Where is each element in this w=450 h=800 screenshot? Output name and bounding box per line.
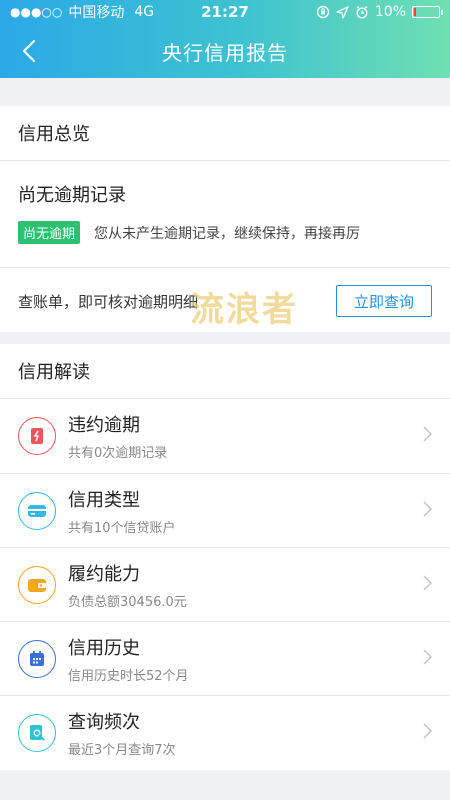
item-text: 违约逾期 共有0次逾期记录 (68, 411, 167, 461)
wallet-icon (18, 565, 56, 604)
back-chevron-icon (22, 39, 36, 63)
overview-section-title: 信用总览 (18, 124, 90, 145)
credit-interpretation-card: 信用解读 违约逾期 共有0次逾期记录 信用类型 共有10个信贷账户 履约能力 负… (0, 344, 450, 770)
item-subtitle: 最近3个月查询7次 (68, 742, 176, 758)
query-bill-row: 查账单，即可核对逾期明细 流浪者 立即查询 (0, 268, 450, 334)
chevron-right-icon (423, 723, 432, 739)
network-label: 4G (134, 4, 155, 20)
carrier-label: 中国移动 (68, 5, 125, 21)
alarm-clock-icon (356, 5, 368, 19)
credit-card-icon (18, 491, 56, 530)
item-subtitle: 共有0次逾期记录 (68, 446, 168, 461)
item-subtitle: 信用历史时长52个月 (68, 668, 189, 684)
record-description: 您从未产生逾期记录，继续保持，再接再厉 (94, 225, 361, 242)
record-title: 尚无逾期记录 (18, 185, 126, 206)
battery-percent: 10% (374, 4, 406, 20)
list-item-credit-type[interactable]: 信用类型 共有10个信贷账户 (0, 473, 450, 547)
query-hint-text: 查账单，即可核对逾期明细 (18, 292, 199, 311)
item-title: 信用历史 (68, 637, 140, 659)
item-text: 查询频次 最近3个月查询7次 (68, 708, 176, 758)
interpretation-section-title: 信用解读 (18, 362, 90, 383)
item-text: 履约能力 负债总额30456.0元 (68, 560, 187, 610)
item-title: 查询频次 (68, 711, 140, 733)
record-line: 尚无逾期 您从未产生逾期记录，继续保持，再接再厉 (18, 221, 432, 244)
back-button[interactable] (14, 36, 44, 66)
location-arrow-icon (336, 5, 349, 19)
search-document-icon (18, 713, 56, 752)
item-title: 信用类型 (68, 489, 140, 511)
list-item-overdue[interactable]: 违约逾期 共有0次逾期记录 (0, 399, 450, 473)
calendar-icon (18, 639, 56, 678)
overdue-record-area: 尚无逾期记录 尚无逾期 您从未产生逾期记录，继续保持，再接再厉 (0, 161, 450, 267)
list-item-credit-history[interactable]: 信用历史 信用历史时长52个月 (0, 621, 450, 695)
status-left: ●●●○○ 中国移动 4G (10, 2, 154, 22)
chevron-right-icon (423, 426, 432, 442)
status-bar: ●●●○○ 中国移动 4G 21:27 10% (0, 0, 450, 24)
item-text: 信用历史 信用历史时长52个月 (68, 634, 189, 684)
chevron-right-icon (423, 649, 432, 665)
item-text: 信用类型 共有10个信贷账户 (68, 486, 176, 536)
watermark-text: 流浪者 (190, 290, 298, 330)
list-item-query-frequency[interactable]: 查询频次 最近3个月查询7次 (0, 695, 450, 769)
nav-bar: 央行信用报告 (0, 24, 450, 78)
item-subtitle: 负债总额30456.0元 (68, 594, 187, 610)
item-title: 履约能力 (68, 563, 140, 585)
status-right: 10% (316, 4, 443, 20)
signal-dots-icon: ●●●○○ (10, 5, 63, 19)
chevron-right-icon (423, 501, 432, 517)
item-subtitle: 共有10个信贷账户 (68, 520, 176, 536)
orientation-lock-icon (316, 5, 330, 19)
page-title: 央行信用报告 (162, 40, 288, 65)
status-badge: 尚无逾期 (18, 221, 81, 244)
battery-fill (414, 8, 417, 16)
item-title: 违约逾期 (68, 415, 140, 436)
query-now-button[interactable]: 立即查询 (336, 285, 432, 317)
battery-icon (412, 6, 443, 18)
chevron-right-icon (423, 575, 432, 591)
list-item-repayment-ability[interactable]: 履约能力 负债总额30456.0元 (0, 547, 450, 621)
credit-overview-card: 信用总览 尚无逾期记录 尚无逾期 您从未产生逾期记录，继续保持，再接再厉 查账单… (0, 106, 450, 332)
header-bar: ●●●○○ 中国移动 4G 21:27 10% 央行信用报告 (0, 0, 450, 78)
overdue-card-icon (18, 417, 56, 455)
